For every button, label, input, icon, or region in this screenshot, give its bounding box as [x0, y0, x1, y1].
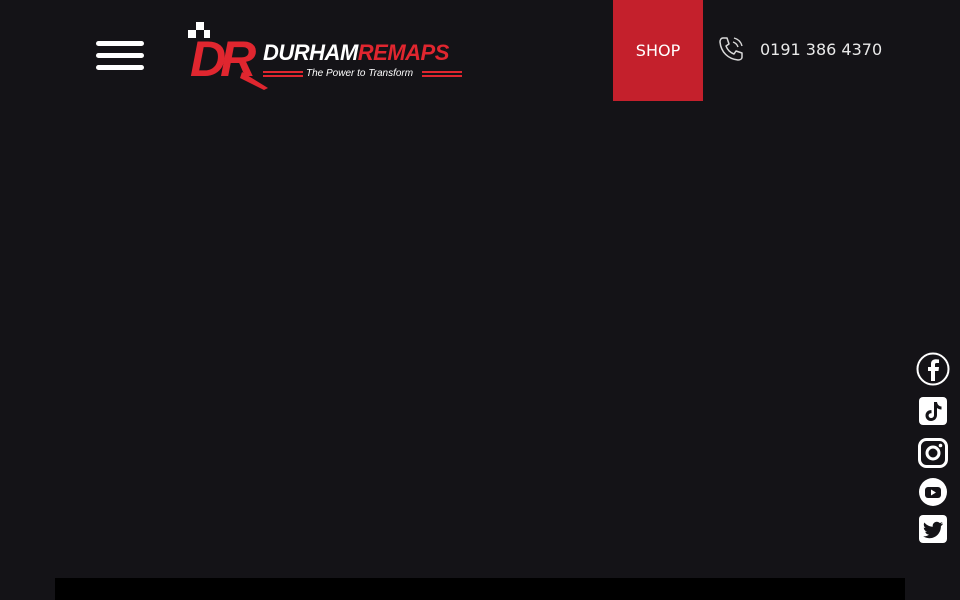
phone-icon: [719, 37, 743, 61]
logo[interactable]: DR DURHAMREMAPS The Power to Transform: [184, 20, 466, 90]
phone-link[interactable]: 0191 386 4370: [716, 33, 882, 65]
logo-stripe-right: [422, 75, 462, 77]
shop-button[interactable]: SHOP: [613, 0, 703, 101]
logo-word-durham: DURHAM: [263, 40, 358, 65]
facebook-icon[interactable]: [916, 352, 952, 388]
logo-tagline: The Power to Transform: [306, 68, 414, 79]
twitter-icon[interactable]: [916, 512, 952, 548]
logo-word-remaps: REMAPS: [357, 40, 450, 65]
content-bar: [55, 578, 905, 600]
logo-stripe-right: [422, 71, 462, 73]
menu-bar: [96, 53, 144, 58]
instagram-icon[interactable]: [916, 436, 952, 472]
tiktok-icon[interactable]: [916, 394, 952, 430]
menu-bar: [96, 65, 144, 70]
shop-button-label: SHOP: [635, 41, 681, 60]
youtube-icon[interactable]: [916, 474, 952, 510]
hamburger-menu-icon[interactable]: [96, 41, 144, 70]
logo-stripe-left: [263, 71, 303, 73]
logo-monogram: DR: [188, 22, 268, 90]
logo-stripe-left: [263, 75, 303, 77]
phone-number: 0191 386 4370: [760, 39, 883, 59]
logo-wordmark: DURHAMREMAPS: [263, 42, 449, 64]
menu-bar: [96, 41, 144, 46]
site-header: DR DURHAMREMAPS The Power to Transform S…: [0, 0, 960, 101]
